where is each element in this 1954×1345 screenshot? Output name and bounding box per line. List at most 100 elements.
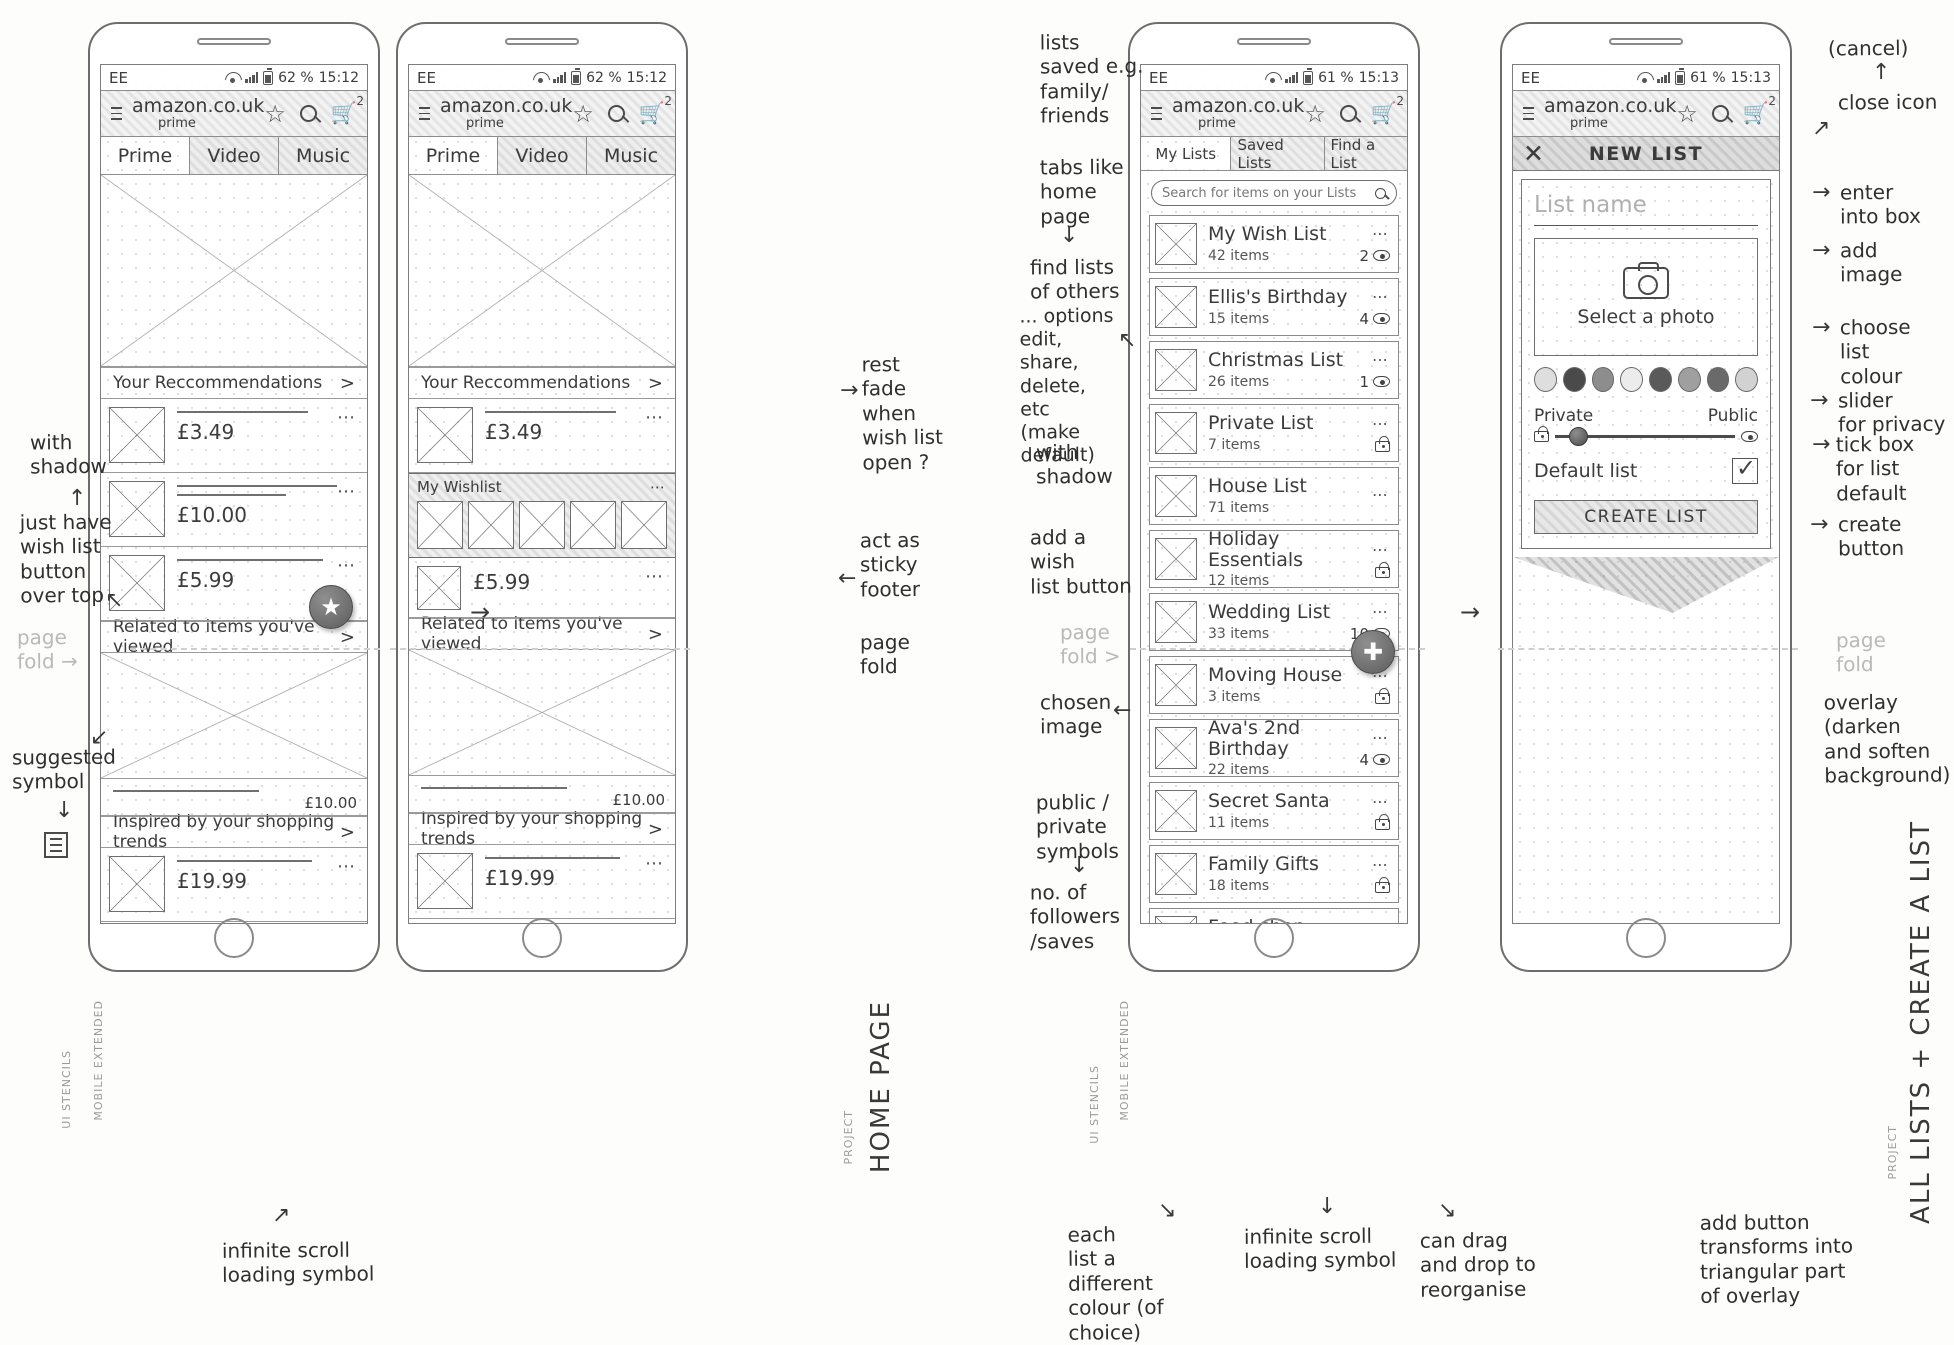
related-banner-placeholder[interactable] bbox=[101, 653, 367, 779]
colour-swatch[interactable] bbox=[1562, 367, 1586, 392]
hamburger-icon[interactable] bbox=[1151, 106, 1163, 121]
close-x-icon[interactable]: ✕ bbox=[1523, 141, 1545, 166]
row-options-icon[interactable]: ⋯ bbox=[645, 566, 665, 587]
list-options-icon[interactable]: ⋯ bbox=[1372, 792, 1390, 811]
slider-knob[interactable] bbox=[1569, 427, 1589, 447]
section-header-trends[interactable]: Inspired by your shopping trends > bbox=[409, 809, 675, 849]
list-options-icon[interactable]: ⋯ bbox=[1372, 918, 1390, 923]
list-item[interactable]: Private List 7 items ⋯ bbox=[1149, 404, 1399, 462]
tab-find-a-list[interactable]: Find a List bbox=[1324, 136, 1407, 172]
star-icon[interactable]: ☆ bbox=[572, 102, 594, 126]
section-header-trends[interactable]: Inspired by your shopping trends > bbox=[101, 812, 367, 852]
section-header-related[interactable]: Related to items you've viewed > bbox=[409, 614, 675, 654]
search-icon[interactable] bbox=[299, 105, 317, 122]
row-options-icon[interactable]: ⋯ bbox=[645, 407, 665, 428]
product-row[interactable]: £3.49 ⋯ bbox=[409, 399, 675, 473]
list-options-icon[interactable]: ⋯ bbox=[1359, 350, 1390, 369]
list-item[interactable]: Christmas List 26 items ⋯ 1 bbox=[1149, 341, 1399, 399]
phone-frame-home: EE 62 % 15:12 amazon.co.uk prime ☆ 🛒 2 P… bbox=[88, 22, 380, 972]
search-icon[interactable] bbox=[1375, 187, 1386, 199]
related-banner-placeholder[interactable] bbox=[409, 650, 675, 776]
tab-video[interactable]: Video bbox=[190, 137, 279, 174]
tab-saved-lists[interactable]: Saved Lists bbox=[1231, 136, 1325, 172]
wishlist-thumb[interactable] bbox=[519, 501, 565, 549]
search-input[interactable]: Search for items on your Lists bbox=[1151, 180, 1397, 206]
wishlist-thumb-strip[interactable] bbox=[417, 501, 667, 549]
list-options-icon[interactable]: ⋯ bbox=[1359, 728, 1390, 747]
cart-icon[interactable]: 🛒 2 bbox=[331, 95, 364, 124]
search-icon[interactable] bbox=[1711, 105, 1729, 122]
list-options-icon[interactable]: ⋯ bbox=[1359, 224, 1390, 243]
colour-swatch[interactable] bbox=[1591, 367, 1615, 392]
row-options-icon[interactable]: ⋯ bbox=[337, 407, 357, 428]
row-options-icon[interactable]: ⋯ bbox=[337, 481, 357, 502]
star-icon[interactable]: ☆ bbox=[1304, 102, 1326, 126]
tab-music[interactable]: Music bbox=[279, 137, 367, 174]
tab-prime[interactable]: Prime bbox=[409, 137, 498, 174]
star-icon[interactable]: ☆ bbox=[1676, 102, 1698, 126]
wishlist-footer-title: My Wishlist bbox=[417, 478, 502, 496]
list-options-icon[interactable]: ⋯ bbox=[1359, 287, 1390, 306]
row-options-icon[interactable]: ⋯ bbox=[337, 856, 357, 877]
colour-swatch[interactable] bbox=[1649, 367, 1672, 392]
colour-swatch[interactable] bbox=[1534, 367, 1557, 392]
product-row[interactable]: £5.99 ⋯ bbox=[409, 558, 675, 618]
checkbox-checked-icon[interactable] bbox=[1732, 454, 1758, 484]
hamburger-icon[interactable] bbox=[419, 106, 431, 121]
list-item[interactable]: Ava's 2nd Birthday 22 items ⋯ 4 bbox=[1149, 717, 1399, 778]
colour-swatch-row[interactable] bbox=[1534, 367, 1758, 392]
list-options-icon[interactable]: ⋯ bbox=[1372, 540, 1390, 559]
tab-music[interactable]: Music bbox=[587, 137, 675, 174]
wishlist-thumb[interactable] bbox=[468, 501, 514, 549]
section-header-recommendations[interactable]: Your Reccommendations > bbox=[409, 367, 675, 399]
product-row[interactable]: £19.99 ⋯ bbox=[101, 848, 367, 922]
slider-track[interactable] bbox=[1555, 427, 1735, 447]
wishlist-sticky-footer[interactable]: My Wishlist ⋯ bbox=[409, 473, 675, 558]
list-item[interactable]: My Wish List 42 items ⋯ 2 bbox=[1149, 215, 1399, 273]
search-icon[interactable] bbox=[607, 105, 625, 122]
search-icon[interactable] bbox=[1339, 105, 1357, 122]
hero-banner-placeholder[interactable] bbox=[101, 175, 367, 367]
product-thumbnail bbox=[109, 856, 165, 912]
privacy-slider[interactable] bbox=[1534, 426, 1758, 447]
list-options-icon[interactable]: ⋯ bbox=[1372, 485, 1390, 504]
list-options-icon[interactable]: ⋯ bbox=[1372, 414, 1390, 433]
list-item[interactable]: House List 71 items ⋯ bbox=[1149, 467, 1399, 525]
list-options-icon[interactable]: ⋯ bbox=[1350, 602, 1390, 621]
select-photo-button[interactable]: Select a photo bbox=[1534, 238, 1758, 356]
hero-banner-placeholder[interactable] bbox=[409, 175, 675, 367]
wishlist-fab-button[interactable]: ★ bbox=[309, 585, 353, 629]
product-row[interactable]: £19.99 ⋯ bbox=[409, 845, 675, 919]
row-options-icon[interactable]: ⋯ bbox=[337, 555, 357, 576]
product-row[interactable]: £3.49 ⋯ bbox=[101, 399, 367, 473]
product-row[interactable]: £10.00 ⋯ bbox=[101, 473, 367, 547]
colour-swatch[interactable] bbox=[1706, 367, 1730, 392]
cart-icon[interactable]: 🛒 2 bbox=[639, 95, 672, 124]
section-header-recommendations[interactable]: Your Reccommendations > bbox=[101, 367, 367, 399]
wishlist-footer-options-icon[interactable]: ⋯ bbox=[650, 478, 667, 496]
colour-swatch[interactable] bbox=[1620, 367, 1643, 392]
list-name-input[interactable]: List name bbox=[1534, 192, 1758, 226]
list-item[interactable]: Secret Santa 11 items ⋯ bbox=[1149, 782, 1399, 840]
list-item[interactable]: Holiday Essentials 12 items ⋯ bbox=[1149, 528, 1399, 589]
wishlist-thumb[interactable] bbox=[417, 501, 463, 549]
row-options-icon[interactable]: ⋯ bbox=[645, 853, 665, 874]
tab-prime[interactable]: Prime bbox=[101, 137, 190, 174]
tab-video[interactable]: Video bbox=[498, 137, 587, 174]
list-options-icon[interactable]: ⋯ bbox=[1372, 855, 1390, 874]
cart-icon[interactable]: 🛒 2 bbox=[1371, 95, 1404, 124]
colour-swatch[interactable] bbox=[1735, 367, 1758, 392]
list-item[interactable]: Family Gifts 18 items ⋯ bbox=[1149, 845, 1399, 903]
create-list-button[interactable]: CREATE LIST bbox=[1534, 500, 1758, 534]
list-item[interactable]: Ellis's Birthday 15 items ⋯ 4 bbox=[1149, 278, 1399, 336]
wishlist-thumb[interactable] bbox=[621, 501, 667, 549]
cart-icon[interactable]: 🛒 2 bbox=[1743, 95, 1776, 124]
add-list-fab-button[interactable]: ✚ bbox=[1351, 630, 1395, 674]
hamburger-icon[interactable] bbox=[111, 106, 123, 121]
wishlist-thumb[interactable] bbox=[570, 501, 616, 549]
tab-my-lists[interactable]: My Lists bbox=[1141, 137, 1232, 170]
hamburger-icon[interactable] bbox=[1523, 106, 1535, 121]
colour-swatch[interactable] bbox=[1677, 367, 1701, 392]
star-icon[interactable]: ☆ bbox=[264, 102, 286, 126]
default-list-row[interactable]: Default list bbox=[1534, 454, 1758, 484]
